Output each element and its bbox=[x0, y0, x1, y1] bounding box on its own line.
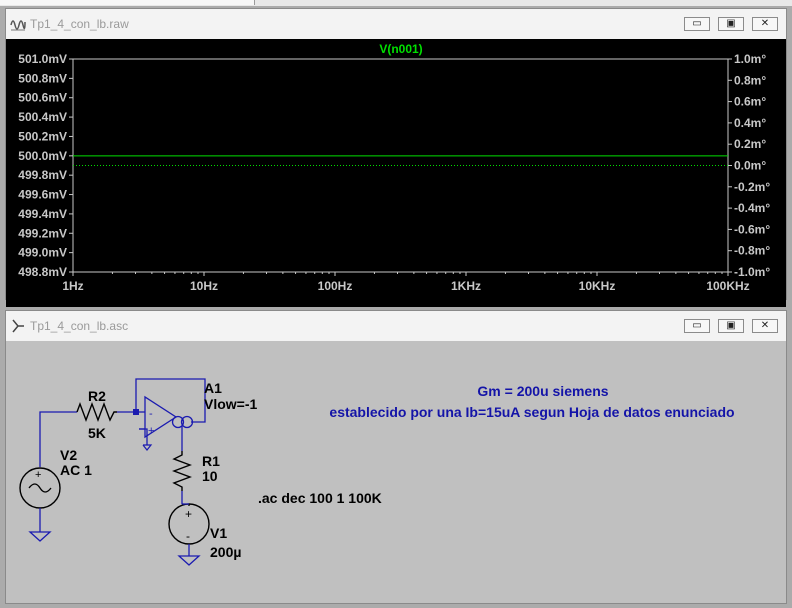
a1-value-label[interactable]: Vlow=-1 bbox=[204, 396, 258, 412]
x-tick-label[interactable]: 100Hz bbox=[318, 279, 353, 293]
r2-value-label[interactable]: 5K bbox=[88, 425, 106, 441]
waveform-icon bbox=[10, 20, 26, 31]
x-tick-label[interactable]: 100KHz bbox=[706, 279, 749, 293]
y-right-tick-label[interactable]: -0.2m° bbox=[734, 180, 770, 194]
v2-value-label[interactable]: AC 1 bbox=[60, 462, 92, 478]
y-right-tick-label[interactable]: -0.4m° bbox=[734, 201, 770, 215]
y-left-tick-label[interactable]: 499.8mV bbox=[18, 168, 67, 182]
schematic-drawing[interactable]: - + + + - R2 5K A1 Vlow=-1 V2 AC 1 R1 10… bbox=[6, 341, 786, 603]
r2-name-label[interactable]: R2 bbox=[88, 388, 106, 404]
wires[interactable] bbox=[39, 378, 206, 504]
maximize-button[interactable]: ▣ bbox=[718, 319, 744, 333]
spice-directive[interactable]: .ac dec 100 1 100K bbox=[258, 490, 382, 506]
y-right-tick-label[interactable]: 1.0m° bbox=[734, 52, 766, 66]
x-tick-label[interactable]: 1Hz bbox=[62, 279, 83, 293]
schematic-canvas[interactable]: - + + + - R2 5K A1 Vlow=-1 V2 AC 1 R1 10… bbox=[6, 341, 786, 603]
maximize-button[interactable]: ▣ bbox=[718, 17, 744, 31]
minimize-button[interactable]: ▭ bbox=[684, 17, 710, 31]
v2-name-label[interactable]: V2 bbox=[60, 447, 77, 463]
svg-text:+: + bbox=[35, 469, 41, 481]
minimize-button[interactable]: ▭ bbox=[684, 319, 710, 333]
plot-pane[interactable]: V(n001) 501.0mV 500.8mV 500.6mV 500.4mV 500.… bbox=[6, 39, 786, 307]
background-tab[interactable] bbox=[0, 0, 255, 5]
plot-window-title: Tp1_4_con_lb.raw bbox=[30, 17, 129, 31]
close-button[interactable]: ✕ bbox=[752, 17, 778, 31]
taskbar-strip bbox=[0, 0, 792, 6]
comment-line-2[interactable]: establecido por una Ib=15uA segun Hoja d… bbox=[329, 404, 734, 420]
trace-label[interactable]: V(n001) bbox=[379, 42, 422, 56]
schematic-window-title: Tp1_4_con_lb.asc bbox=[30, 319, 129, 333]
y-left-tick-label[interactable]: 500.6mV bbox=[18, 91, 67, 105]
r1-value-label[interactable]: 10 bbox=[202, 468, 218, 484]
y-left-tick-label[interactable]: 499.4mV bbox=[18, 207, 67, 221]
v1-value-label[interactable]: 200µ bbox=[210, 544, 241, 560]
y-left-tick-label[interactable]: 500.4mV bbox=[18, 110, 67, 124]
x-tick-label[interactable]: 10KHz bbox=[579, 279, 616, 293]
plot-window-titlebar[interactable]: Tp1_4_con_lb.raw ▭ ▣ ✕ bbox=[6, 9, 786, 39]
dc-source-v1[interactable]: + - bbox=[168, 503, 210, 566]
y-right-tick-label[interactable]: 0.8m° bbox=[734, 73, 766, 87]
svg-text:-: - bbox=[149, 408, 153, 420]
y-right-tick-label[interactable]: 0.0m° bbox=[734, 159, 766, 173]
resistor-r2[interactable] bbox=[76, 402, 117, 422]
bode-plot[interactable]: V(n001) 501.0mV 500.8mV 500.6mV 500.4mV 500.… bbox=[6, 39, 786, 307]
svg-text:-: - bbox=[186, 529, 190, 543]
x-tick-label[interactable]: 1KHz bbox=[451, 279, 481, 293]
y-left-tick-label[interactable]: 499.6mV bbox=[18, 188, 67, 202]
y-right-tick-label[interactable]: 0.6m° bbox=[734, 95, 766, 109]
ac-source-v2[interactable]: + bbox=[19, 467, 61, 542]
comment-line-1[interactable]: Gm = 200u siemens bbox=[477, 383, 608, 399]
y-left-tick-label[interactable]: 500.8mV bbox=[18, 71, 67, 85]
plot-window[interactable]: Tp1_4_con_lb.raw ▭ ▣ ✕ V(n001) 501.0mV 50… bbox=[5, 8, 787, 307]
resistor-r1[interactable] bbox=[172, 451, 192, 491]
a1-name-label[interactable]: A1 bbox=[204, 380, 222, 396]
close-button[interactable]: ✕ bbox=[752, 319, 778, 333]
x-tick-label[interactable]: 10Hz bbox=[190, 279, 218, 293]
r1-name-label[interactable]: R1 bbox=[202, 453, 220, 469]
schematic-icon bbox=[12, 319, 24, 333]
y-left-tick-label[interactable]: 499.2mV bbox=[18, 226, 67, 240]
y-right-tick-label[interactable]: 0.4m° bbox=[734, 116, 766, 130]
svg-text:+: + bbox=[148, 425, 154, 437]
y-left-tick-label[interactable]: 498.8mV bbox=[18, 265, 67, 279]
y-left-tick-label[interactable]: 500.0mV bbox=[18, 149, 67, 163]
schematic-window[interactable]: Tp1_4_con_lb.asc ▭ ▣ ✕ - + + + - R2 5K A… bbox=[5, 310, 787, 604]
y-right-tick-label[interactable]: -0.6m° bbox=[734, 222, 770, 236]
y-left-tick-label[interactable]: 499.0mV bbox=[18, 246, 67, 260]
y-left-tick-label[interactable]: 500.2mV bbox=[18, 129, 67, 143]
y-left-tick-label[interactable]: 501.0mV bbox=[18, 52, 67, 66]
y-right-tick-label[interactable]: 0.2m° bbox=[734, 137, 766, 151]
y-right-tick-label[interactable]: -0.8m° bbox=[734, 244, 770, 258]
svg-text:+: + bbox=[185, 507, 192, 521]
junction-dot[interactable] bbox=[133, 409, 139, 415]
schematic-window-titlebar[interactable]: Tp1_4_con_lb.asc ▭ ▣ ✕ bbox=[6, 311, 786, 341]
v1-name-label[interactable]: V1 bbox=[210, 525, 227, 541]
y-right-tick-label[interactable]: -1.0m° bbox=[734, 265, 770, 279]
